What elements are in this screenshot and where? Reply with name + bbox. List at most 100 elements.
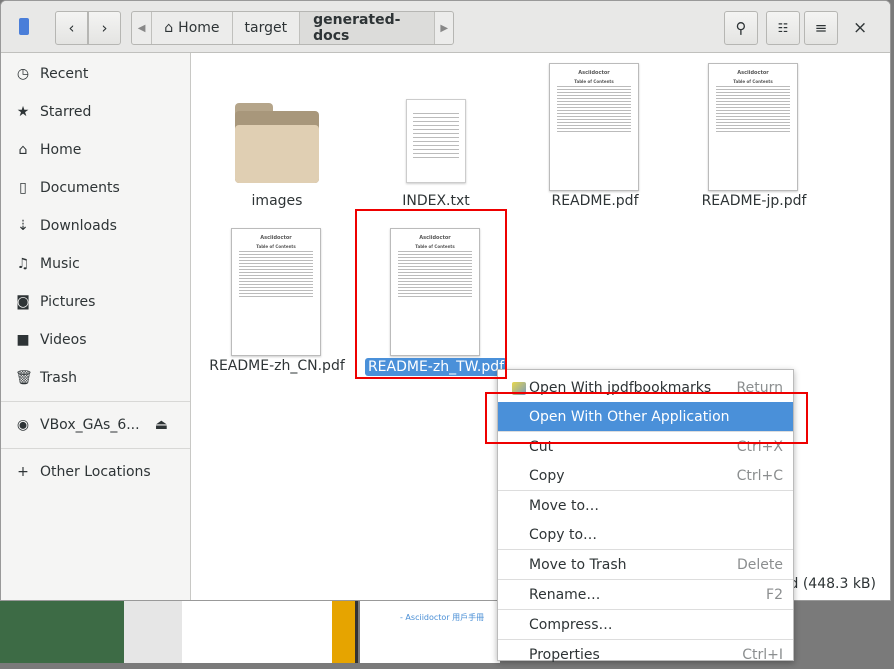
file-item[interactable]: images: [202, 63, 352, 213]
sidebar-item-starred[interactable]: ★ Starred: [1, 93, 190, 131]
sidebar-item-downloads[interactable]: ⇣ Downloads: [1, 207, 190, 245]
menu-item-label: Open With jpdfbookmarks: [529, 379, 712, 396]
file-name: README-zh_CN.pdf: [209, 358, 345, 374]
file-name: images: [251, 193, 303, 209]
header-bar: ‹ › ◀ ⌂ Home target generated-docs ▶ ⚲ ☷ …: [1, 1, 890, 53]
menu-item-move-to[interactable]: Move to…: [498, 491, 793, 520]
sidebar-item-recent[interactable]: ◷ Recent: [1, 55, 190, 93]
sidebar-item-home[interactable]: ⌂ Home: [1, 131, 190, 169]
pdf-thumbnail-icon: Asciidoctor Table of Contents: [231, 228, 321, 356]
menu-item-shortcut: Ctrl+C: [736, 467, 783, 484]
disc-icon: ◉: [16, 417, 30, 433]
view-toggle-button[interactable]: ☷: [766, 11, 800, 45]
background-window: [332, 600, 358, 663]
file-item[interactable]: Asciidoctor Table of Contents README.pdf: [520, 63, 670, 213]
pdf-thumbnail-icon: Asciidoctor Table of Contents: [390, 228, 480, 356]
sidebar-item-trash[interactable]: 🗑 Trash: [1, 359, 190, 397]
menu-item-shortcut: Ctrl+X: [736, 438, 783, 455]
pdf-toc: Table of Contents: [415, 244, 455, 249]
sidebar-item-other-locations[interactable]: + Other Locations: [1, 453, 190, 491]
breadcrumb: ◀ ⌂ Home target generated-docs ▶: [131, 11, 454, 45]
menu-item-shortcut: Ctrl+I: [742, 646, 783, 663]
sidebar-item-label: Starred: [40, 104, 92, 120]
menu-item-cut[interactable]: Cut Ctrl+X: [498, 432, 793, 461]
list-view-icon: ☷: [777, 21, 789, 35]
sidebar-item-device[interactable]: ◉ VBox_GAs_6... ⏏: [1, 406, 190, 444]
close-icon: ×: [853, 18, 868, 38]
menu-item-compress[interactable]: Compress…: [498, 610, 793, 639]
file-name: README-zh_TW.pdf: [364, 358, 508, 376]
sidebar: ◷ Recent ★ Starred ⌂ Home ▯ Documents ⇣ Downloads…: [1, 53, 191, 600]
background-window: [182, 600, 332, 663]
sidebar-item-pictures[interactable]: ◙ Pictures: [1, 283, 190, 321]
menu-item-label: Move to Trash: [529, 556, 627, 573]
pdf-title: Asciidoctor: [419, 235, 451, 241]
eject-icon[interactable]: ⏏: [155, 417, 168, 433]
sidebar-item-label: Pictures: [40, 294, 96, 310]
background-link: - Asciidoctor 用戶手冊: [400, 613, 485, 622]
background-document: - Asciidoctor 用戶手冊: [360, 600, 500, 663]
file-item[interactable]: INDEX.txt: [361, 63, 511, 213]
sidebar-item-label: Documents: [40, 180, 120, 196]
file-name: README.pdf: [551, 193, 639, 209]
sidebar-item-label: Trash: [40, 370, 77, 386]
file-name: INDEX.txt: [402, 193, 470, 209]
back-button[interactable]: ‹: [55, 11, 88, 45]
back-icon: ‹: [68, 19, 75, 37]
document-icon: ▯: [19, 180, 27, 196]
hamburger-icon: ≡: [814, 19, 828, 37]
drive-icon: [19, 18, 29, 35]
sidebar-item-label: Music: [40, 256, 80, 272]
scroll-right-icon[interactable]: ▶: [435, 23, 453, 34]
file-item[interactable]: Asciidoctor Table of Contents README-zh_TW…: [361, 228, 511, 378]
camera-icon: ◙: [16, 294, 30, 310]
menu-item-move-to-trash[interactable]: Move to Trash Delete: [498, 550, 793, 579]
sidebar-item-music[interactable]: ♫ Music: [1, 245, 190, 283]
menu-item-shortcut: F2: [766, 586, 783, 603]
forward-icon: ›: [101, 19, 108, 37]
pdf-title: Asciidoctor: [578, 70, 610, 76]
menu-item-properties[interactable]: Properties Ctrl+I: [498, 640, 793, 669]
menu-item-label: Move to…: [529, 497, 600, 514]
breadcrumb-generated-docs[interactable]: generated-docs: [300, 12, 436, 44]
sidebar-item-documents[interactable]: ▯ Documents: [1, 169, 190, 207]
breadcrumb-label: Home: [178, 20, 220, 36]
menu-item-label: Properties: [529, 646, 600, 663]
text-file-icon: [406, 99, 466, 183]
search-icon: ⚲: [735, 19, 747, 37]
trash-icon: 🗑: [15, 370, 33, 386]
menu-button[interactable]: ≡: [804, 11, 838, 45]
scroll-left-icon[interactable]: ◀: [132, 23, 151, 34]
menu-item-copy-to[interactable]: Copy to…: [498, 520, 793, 549]
pdf-title: Asciidoctor: [260, 235, 292, 241]
pdf-toc: Table of Contents: [574, 79, 614, 84]
search-button[interactable]: ⚲: [724, 11, 758, 45]
jpdfbookmarks-icon: [512, 381, 526, 395]
menu-item-rename[interactable]: Rename… F2: [498, 580, 793, 609]
menu-item-label: Rename…: [529, 586, 601, 603]
pdf-thumbnail-icon: Asciidoctor Table of Contents: [708, 63, 798, 191]
breadcrumb-target[interactable]: target: [233, 12, 301, 44]
breadcrumb-label: generated-docs: [313, 12, 401, 44]
plus-icon: +: [17, 464, 29, 480]
menu-item-label: Copy to…: [529, 526, 598, 543]
context-menu: Open With jpdfbookmarks Return Open With O…: [497, 369, 794, 663]
menu-item-open-with-other-application[interactable]: Open With Other Application: [498, 402, 793, 431]
sidebar-item-videos[interactable]: ■ Videos: [1, 321, 190, 359]
menu-item-label: Open With Other Application: [529, 408, 730, 425]
pdf-thumbnail-icon: Asciidoctor Table of Contents: [549, 63, 639, 191]
menu-item-copy[interactable]: Copy Ctrl+C: [498, 461, 793, 490]
download-icon: ⇣: [17, 218, 29, 234]
forward-button[interactable]: ›: [88, 11, 121, 45]
home-icon: ⌂: [164, 20, 174, 36]
folder-icon: [235, 103, 319, 183]
file-item[interactable]: Asciidoctor Table of Contents README-zh_CN…: [202, 228, 352, 378]
close-button[interactable]: ×: [853, 18, 867, 38]
star-icon: ★: [16, 104, 30, 120]
home-icon: ⌂: [18, 142, 28, 158]
pdf-toc: Table of Contents: [733, 79, 773, 84]
breadcrumb-home[interactable]: ⌂ Home: [151, 12, 233, 44]
file-item[interactable]: Asciidoctor Table of Contents README-jp.pd…: [679, 63, 829, 213]
sidebar-item-label: Videos: [40, 332, 87, 348]
menu-item-open-with-jpdfbookmarks[interactable]: Open With jpdfbookmarks Return: [498, 373, 793, 402]
